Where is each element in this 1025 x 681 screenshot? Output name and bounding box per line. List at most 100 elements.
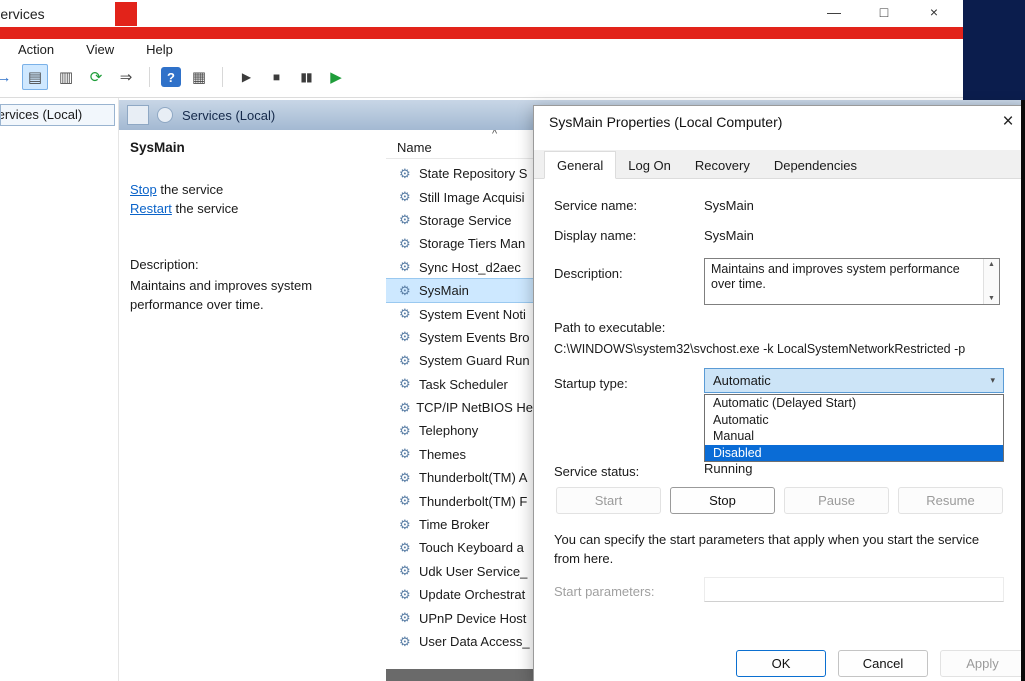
export-list-icon[interactable]: ⇒ (114, 65, 138, 89)
resume-button[interactable]: Resume (898, 487, 1003, 514)
service-row[interactable]: ⚙SysMain (386, 279, 533, 302)
service-status-value: Running (704, 461, 752, 476)
service-row[interactable]: ⚙Storage Service (386, 209, 533, 232)
startup-type-combobox[interactable]: Automatic ▾ (704, 368, 1004, 393)
extended-view-icon[interactable]: ▦ (187, 65, 211, 89)
startup-type-dropdown: Automatic (Delayed Start)AutomaticManual… (704, 394, 1004, 462)
service-row[interactable]: ⚙TCP/IP NetBIOS He (386, 396, 533, 419)
scroll-down-icon[interactable]: ▼ (984, 295, 999, 302)
sort-ascending-icon: ^ (492, 130, 497, 140)
service-row[interactable]: ⚙ Thunderbolt(TM) A (386, 466, 533, 489)
service-row[interactable]: ⚙System Event Noti (386, 302, 533, 325)
forward-icon[interactable]: → (0, 65, 16, 89)
service-row[interactable]: ⚙Udk User Service_ (386, 560, 533, 583)
service-name-value: SysMain (704, 198, 754, 213)
description-textbox[interactable]: Maintains and improves system performanc… (704, 258, 1000, 305)
service-row[interactable]: ⚙Time Broker (386, 513, 533, 536)
pause-button[interactable]: Pause (784, 487, 889, 514)
name-column-header[interactable]: Name (397, 140, 432, 155)
stop-button[interactable]: Stop (670, 487, 775, 514)
service-row[interactable]: ⚙Thunderbolt(TM) F (386, 489, 533, 512)
service-name: User Data Access_ (419, 634, 530, 649)
pane-header-title: Services (Local) (182, 108, 275, 123)
dropdown-option[interactable]: Automatic (Delayed Start) (705, 395, 1003, 412)
service-row[interactable]: ⚙Still Image Acquisi (386, 185, 533, 208)
service-name: Thunderbolt(TM) F (419, 494, 527, 509)
service-row[interactable]: ⚙Touch Keyboard a (386, 536, 533, 559)
restart-service-icon[interactable]: ▶ (324, 65, 348, 89)
maximize-button[interactable]: □ (873, 4, 895, 20)
gear-icon: ⚙ (399, 259, 415, 275)
service-row[interactable]: ⚙Telephony (386, 419, 533, 442)
dialog-close-icon[interactable]: × (995, 109, 1021, 135)
gear-icon: ⚙ (399, 283, 415, 299)
dropdown-option[interactable]: Automatic (705, 412, 1003, 429)
window-icon[interactable]: ▥ (54, 65, 78, 89)
startup-type-label: Startup type: (554, 376, 628, 391)
help-icon[interactable]: ? (161, 67, 181, 87)
horizontal-scrollbar-thumb[interactable] (386, 669, 533, 681)
gear-icon: ⚙ (399, 540, 415, 556)
service-name: TCP/IP NetBIOS He (416, 400, 533, 415)
tab-general[interactable]: General (544, 151, 616, 179)
gear-icon: ⚙ (399, 634, 415, 650)
menu-item-action[interactable]: Action (16, 41, 56, 58)
dialog-title: SysMain Properties (Local Computer) (549, 114, 782, 130)
service-row[interactable]: ⚙ Sync Host_d2aec (386, 256, 533, 279)
screen: Services — □ × ActionViewHelp →▤▥⟳⇒?▦▶■▮… (0, 0, 1025, 681)
tab-log-on[interactable]: Log On (616, 152, 683, 178)
menu-item-view[interactable]: View (84, 41, 116, 58)
window-controls: — □ × (823, 4, 945, 20)
cancel-button[interactable]: Cancel (838, 650, 928, 677)
service-name: Thunderbolt(TM) A (419, 470, 527, 485)
service-row[interactable]: ⚙Task Scheduler (386, 373, 533, 396)
gear-icon: ⚙ (399, 470, 415, 486)
service-row[interactable]: ⚙State Repository S (386, 162, 533, 185)
apply-button[interactable]: Apply (940, 650, 1025, 677)
start-parameters-input[interactable] (704, 577, 1004, 602)
stop-service-link[interactable]: Stop (130, 182, 157, 197)
start-button[interactable]: Start (556, 487, 661, 514)
service-row[interactable]: ⚙ User Data Access_ (386, 630, 533, 653)
toolbar: →▤▥⟳⇒?▦▶■▮▮▶ (0, 64, 348, 90)
service-name: Telephony (419, 423, 478, 438)
restart-service-link[interactable]: Restart (130, 201, 172, 216)
red-accent-band (0, 27, 1025, 39)
list-header: Name ^ (386, 130, 533, 159)
close-button[interactable]: × (923, 4, 945, 20)
scroll-up-icon[interactable]: ▲ (984, 261, 999, 268)
menu-bar: Action View Help (16, 41, 175, 58)
ok-button[interactable]: OK (736, 650, 826, 677)
description-scrollbar[interactable]: ▲ ▼ (983, 259, 999, 304)
dialog-description-label: Description: (554, 266, 623, 281)
tree-item-services-local[interactable]: Services (Local) (0, 104, 115, 126)
gear-icon: ⚙ (399, 376, 415, 392)
tab-dependencies[interactable]: Dependencies (762, 152, 869, 178)
stop-service-text: the service (157, 182, 223, 197)
service-row[interactable]: ⚙Update Orchestrat (386, 583, 533, 606)
dropdown-option[interactable]: Disabled (705, 445, 1003, 462)
display-name-value: SysMain (704, 228, 754, 243)
tab-recovery[interactable]: Recovery (683, 152, 762, 178)
console-tree-icon[interactable]: ▤ (22, 64, 48, 90)
service-row[interactable]: ⚙Themes (386, 443, 533, 466)
service-name: Sync Host_d2aec (419, 260, 521, 275)
dropdown-option[interactable]: Manual (705, 428, 1003, 445)
minimize-button[interactable]: — (823, 4, 845, 20)
service-row[interactable]: ⚙System Events Bro (386, 326, 533, 349)
stop-service-icon[interactable]: ■ (264, 65, 288, 89)
path-value: C:\WINDOWS\system32\svchost.exe -k Local… (554, 342, 965, 356)
gear-icon: ⚙ (399, 587, 415, 603)
chevron-down-icon: ▾ (990, 375, 995, 386)
refresh-icon[interactable]: ⟳ (84, 65, 108, 89)
stop-service-line: Stop the service (130, 182, 223, 197)
description-label: Description: (130, 257, 199, 272)
services-rows: ⚙State Repository S⚙Still Image Acquisi⚙… (386, 162, 533, 653)
description-text: Maintains and improves system performanc… (130, 276, 362, 314)
start-service-icon[interactable]: ▶ (234, 65, 258, 89)
menu-item-help[interactable]: Help (144, 41, 175, 58)
service-row[interactable]: ⚙UPnP Device Host (386, 606, 533, 629)
service-row[interactable]: ⚙Storage Tiers Man (386, 232, 533, 255)
pause-service-icon[interactable]: ▮▮ (294, 65, 318, 89)
service-row[interactable]: ⚙System Guard Run (386, 349, 533, 372)
